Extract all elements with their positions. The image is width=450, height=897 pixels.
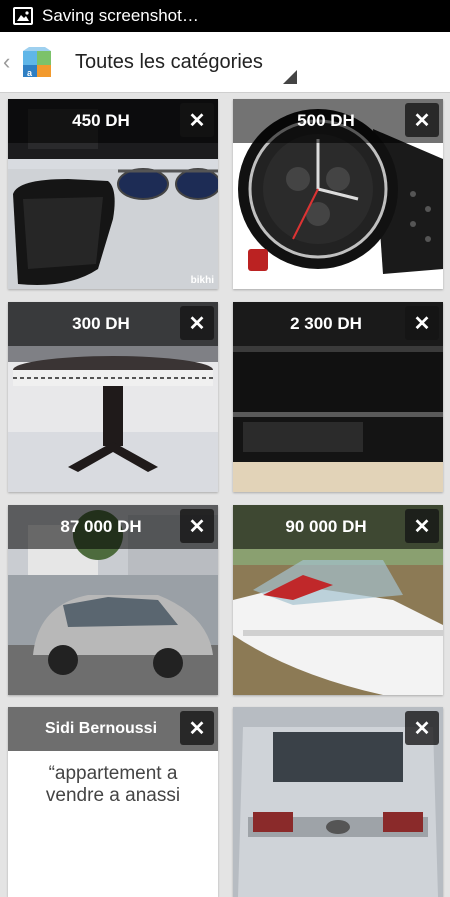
action-bar: ‹ a Toutes les catégories (0, 32, 450, 93)
listing-card[interactable]: 90 000 DH ✕ (233, 505, 443, 695)
close-icon[interactable]: ✕ (405, 509, 439, 543)
listing-card[interactable]: 300 DH ✕ (8, 302, 218, 492)
status-text: Saving screenshot… (42, 6, 199, 25)
listing-card[interactable]: 2 300 DH ✕ (233, 302, 443, 492)
close-icon[interactable]: ✕ (180, 711, 214, 745)
spinner-arrow-icon[interactable] (283, 70, 297, 84)
watermark: bikhi (190, 275, 214, 286)
category-spinner[interactable]: Toutes les catégories (75, 51, 263, 74)
listing-card[interactable]: ✕ (233, 707, 443, 897)
close-icon[interactable]: ✕ (405, 103, 439, 137)
listing-description: “appartement a vendre a anassi (45, 763, 181, 806)
close-icon[interactable]: ✕ (180, 509, 214, 543)
listings-grid: 450 DH ✕ bikhi 500 DH ✕ bikhi 300 DH ✕ 2… (0, 93, 450, 897)
listing-card[interactable]: 500 DH ✕ bikhi (233, 99, 443, 289)
app-logo-icon[interactable]: a (19, 43, 57, 81)
watermark: bikhi (415, 275, 439, 286)
close-icon[interactable]: ✕ (180, 306, 214, 340)
chevron-left-icon[interactable]: ‹ (3, 51, 17, 73)
close-icon[interactable]: ✕ (180, 103, 214, 137)
listing-card[interactable]: Sidi Bernoussi ✕ “appartement a vendre a… (8, 707, 218, 897)
image-icon (13, 7, 33, 25)
close-icon[interactable]: ✕ (405, 306, 439, 340)
listing-card[interactable]: 450 DH ✕ bikhi (8, 99, 218, 289)
listing-card[interactable]: 87 000 DH ✕ (8, 505, 218, 695)
status-bar: Saving screenshot… (0, 0, 450, 32)
close-icon[interactable]: ✕ (405, 711, 439, 745)
